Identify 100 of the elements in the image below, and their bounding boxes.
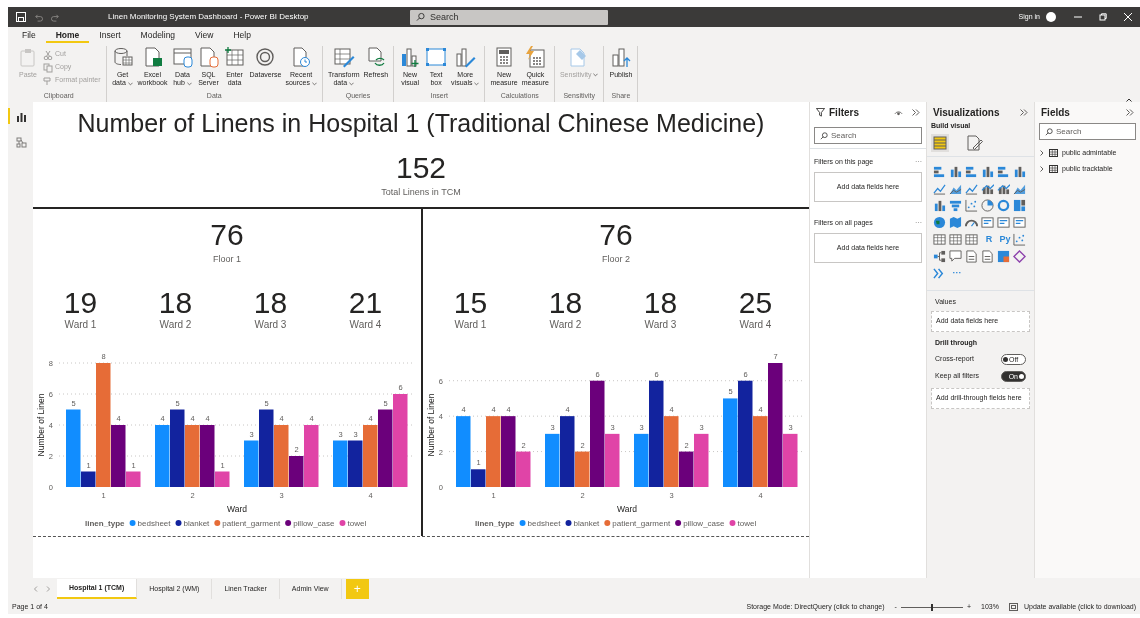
scatter-chart-icon[interactable]	[1013, 232, 1026, 246]
collapse-icon[interactable]	[1126, 98, 1132, 102]
chart-pencil-icon	[454, 46, 477, 68]
menu-tab[interactable]: Home	[45, 28, 90, 43]
ward-label: Ward 1	[453, 319, 488, 331]
menu-tab[interactable]: Modeling	[130, 28, 186, 43]
funnel-icon[interactable]	[949, 198, 962, 212]
ward-value: 18	[547, 287, 584, 319]
ward-value: 25	[737, 287, 774, 319]
card-icon[interactable]	[981, 215, 994, 229]
treemap-icon[interactable]	[1013, 198, 1026, 212]
bar-chart-icon[interactable]	[933, 164, 946, 178]
fit-to-page-icon[interactable]	[1008, 603, 1018, 611]
restore-icon[interactable]	[1099, 13, 1107, 21]
line-chart-icon[interactable]	[965, 181, 978, 195]
chevron-icon[interactable]	[933, 266, 946, 280]
ward-label: Ward 2	[158, 319, 193, 331]
document-icon[interactable]	[981, 249, 994, 263]
menu-tab[interactable]: File	[12, 28, 46, 43]
legend-label: towel	[347, 519, 367, 528]
visibility-icon[interactable]	[894, 109, 903, 116]
search-field[interactable]: Search	[1039, 123, 1136, 140]
search-field[interactable]: Search	[814, 127, 922, 144]
document-clock-icon	[290, 46, 313, 68]
ward-label: Ward 2	[548, 319, 583, 331]
table-icon[interactable]	[965, 232, 978, 246]
redo-icon[interactable]	[51, 12, 60, 22]
ward-value: 15	[452, 287, 489, 319]
legend-title: linen_type	[475, 519, 515, 528]
pie-chart-icon[interactable]	[981, 198, 994, 212]
ward-label: Ward 1	[63, 319, 98, 331]
pane-title: Filters	[829, 106, 859, 120]
model-view-icon[interactable]	[16, 136, 27, 148]
map-icon[interactable]	[949, 215, 962, 229]
column-chart-icon[interactable]	[1013, 164, 1026, 178]
ward-label: Ward 4	[738, 319, 773, 331]
column-chart-icon[interactable]	[949, 164, 962, 178]
card-icon[interactable]	[1013, 215, 1026, 229]
minimize-icon[interactable]	[1074, 13, 1082, 21]
combo-chart-icon[interactable]	[981, 181, 994, 195]
ward-value: 18	[252, 287, 289, 319]
close-icon[interactable]	[1124, 13, 1132, 21]
column-chart-icon[interactable]	[933, 198, 946, 212]
legend-label: towel	[737, 519, 757, 528]
menu-tab[interactable]: Insert	[89, 28, 131, 43]
column-chart-icon[interactable]	[981, 164, 994, 178]
save-icon[interactable]	[16, 12, 26, 22]
filter-icon	[816, 108, 825, 117]
expand-chevron-icon[interactable]	[1039, 150, 1045, 157]
globe-icon[interactable]	[933, 215, 946, 229]
table-icon[interactable]	[933, 232, 946, 246]
floor-label: Floor 1	[212, 253, 242, 265]
brush-icon	[43, 75, 53, 86]
column-chart-icon	[399, 46, 422, 68]
menu-tab[interactable]: View	[185, 28, 224, 43]
table-icon[interactable]	[949, 232, 962, 246]
zoom-slider-thumb[interactable]	[930, 603, 933, 611]
scatter-chart-icon[interactable]	[965, 198, 978, 212]
legend-label: patient_garment	[612, 519, 671, 528]
bar	[333, 440, 348, 487]
pane-title: Fields	[1041, 106, 1070, 120]
avatar-icon[interactable]	[1046, 12, 1056, 22]
pane-title: Visualizations	[933, 106, 1000, 120]
apps-icon[interactable]	[997, 249, 1010, 263]
donut-chart-icon[interactable]	[997, 198, 1010, 212]
report-title: Number of Linens in Hospital 1 (Traditional Chinese Medicine)	[76, 108, 766, 138]
document-icon[interactable]	[965, 249, 978, 263]
legend-label: blanket	[183, 519, 210, 528]
total-label: Total Linens in TCM	[380, 186, 462, 198]
copy-icon	[43, 62, 53, 73]
visual-type-label[interactable]: ···	[949, 268, 965, 278]
speech-bubble-icon[interactable]	[949, 249, 962, 263]
legend-label: bedsheet	[137, 519, 171, 528]
total-value: 152	[394, 152, 448, 184]
table-icon	[1049, 164, 1058, 173]
bar-chart-icon[interactable]	[997, 164, 1010, 178]
search-field[interactable]: Search	[410, 9, 608, 25]
axis-title: Number of Linen	[426, 393, 436, 457]
decomposition-tree-icon[interactable]	[933, 249, 946, 263]
build-visual-icon[interactable]	[931, 133, 949, 152]
bar-chart-icon[interactable]	[965, 164, 978, 178]
bar	[363, 425, 378, 487]
table-icon	[1049, 149, 1058, 158]
combo-chart-icon[interactable]	[997, 181, 1010, 195]
format-visual-icon[interactable]	[965, 133, 983, 152]
expand-chevron-icon[interactable]	[1039, 165, 1045, 172]
collapse-pane-icon[interactable]	[1126, 109, 1134, 116]
bar	[545, 433, 560, 487]
legend-title: linen_type	[85, 519, 125, 528]
ward-value: 18	[642, 287, 679, 319]
report-view-icon[interactable]	[16, 110, 27, 122]
collapse-pane-icon[interactable]	[1020, 109, 1028, 116]
bar	[348, 440, 363, 487]
undo-icon[interactable]	[34, 12, 43, 22]
expand-icon[interactable]	[912, 109, 920, 116]
diamond-icon[interactable]	[1013, 249, 1026, 263]
menu-tab[interactable]: Help	[223, 28, 261, 43]
line-chart-icon[interactable]	[933, 181, 946, 195]
legend-label: bedsheet	[527, 519, 561, 528]
card-icon[interactable]	[997, 215, 1010, 229]
